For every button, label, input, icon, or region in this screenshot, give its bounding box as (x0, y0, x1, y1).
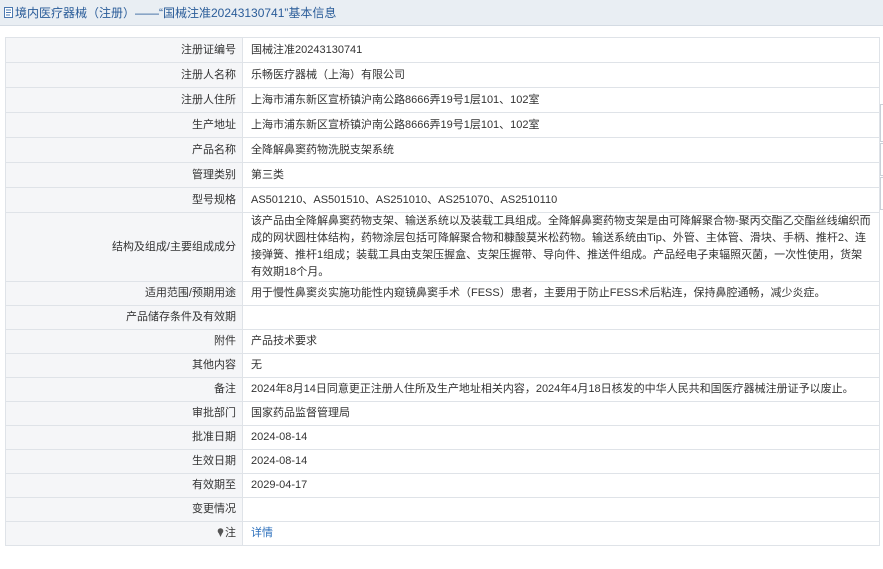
table-row: 产品储存条件及有效期 (5, 305, 880, 330)
row-value: 产品技术要求 (242, 329, 880, 354)
table-row: 型号规格 AS501210、AS501510、AS251010、AS251070… (5, 187, 880, 213)
row-label: 注册证编号 (5, 37, 243, 63)
row-label: 注册人名称 (5, 62, 243, 88)
row-value: 国械注准20243130741 (242, 37, 880, 63)
row-label: 产品储存条件及有效期 (5, 305, 243, 330)
table-row: 注册人名称 乐畅医疗器械（上海）有限公司 (5, 62, 880, 88)
note-label-cell: 注 (5, 521, 243, 546)
row-value: 乐畅医疗器械（上海）有限公司 (242, 62, 880, 88)
row-value: 用于慢性鼻窦炎实施功能性内窥镜鼻窦手术（FESS）患者，主要用于防止FESS术后… (242, 281, 880, 306)
table-row: 结构及组成/主要组成成分 该产品由全降解鼻窦药物支架、输送系统以及装载工具组成。… (5, 212, 880, 282)
row-value: 2029-04-17 (242, 473, 880, 498)
row-value: 无 (242, 353, 880, 378)
note-value-cell: 详情 (242, 521, 880, 546)
document-icon (4, 7, 13, 18)
table-row: 变更情况 (5, 497, 880, 522)
table-row: 注册证编号 国械注准20243130741 (5, 37, 880, 63)
row-label: 结构及组成/主要组成成分 (5, 212, 243, 282)
table-row: 生效日期 2024-08-14 (5, 449, 880, 474)
row-value: AS501210、AS501510、AS251010、AS251070、AS25… (242, 187, 880, 213)
row-label: 管理类别 (5, 162, 243, 188)
table-row: 生产地址 上海市浦东新区宣桥镇沪南公路8666弄19号1层101、102室 (5, 112, 880, 138)
row-value: 国家药品监督管理局 (242, 401, 880, 426)
row-label: 生产地址 (5, 112, 243, 138)
row-value: 2024-08-14 (242, 449, 880, 474)
table-row: 有效期至 2029-04-17 (5, 473, 880, 498)
table-row: 产品名称 全降解鼻窦药物洗脱支架系统 (5, 137, 880, 163)
row-label: 审批部门 (5, 401, 243, 426)
row-label: 生效日期 (5, 449, 243, 474)
table-row: 其他内容 无 (5, 353, 880, 378)
table-row: 附件 产品技术要求 (5, 329, 880, 354)
table-row: 备注 2024年8月14日同意更正注册人住所及生产地址相关内容，2024年4月1… (5, 377, 880, 402)
table-row: 审批部门 国家药品监督管理局 (5, 401, 880, 426)
row-value: 全降解鼻窦药物洗脱支架系统 (242, 137, 880, 163)
row-label: 产品名称 (5, 137, 243, 163)
row-label: 有效期至 (5, 473, 243, 498)
row-value: 2024-08-14 (242, 425, 880, 450)
row-label: 其他内容 (5, 353, 243, 378)
row-label: 型号规格 (5, 187, 243, 213)
note-label: 注 (225, 527, 236, 539)
table-row: 适用范围/预期用途 用于慢性鼻窦炎实施功能性内窥镜鼻窦手术（FESS）患者，主要… (5, 281, 880, 306)
row-value: 2024年8月14日同意更正注册人住所及生产地址相关内容，2024年4月18日核… (242, 377, 880, 402)
row-label: 批准日期 (5, 425, 243, 450)
row-value (242, 497, 880, 522)
row-value: 上海市浦东新区宣桥镇沪南公路8666弄19号1层101、102室 (242, 112, 880, 138)
row-label: 附件 (5, 329, 243, 354)
pin-icon (217, 528, 224, 537)
device-info-table: 注册证编号 国械注准20243130741 注册人名称 乐畅医疗器械（上海）有限… (5, 37, 880, 546)
row-label: 适用范围/预期用途 (5, 281, 243, 306)
note-row: 注 详情 (5, 521, 880, 546)
page-header: 境内医疗器械（注册）——“国械注准20243130741”基本信息 (0, 0, 883, 26)
table-row: 管理类别 第三类 (5, 162, 880, 188)
row-label: 备注 (5, 377, 243, 402)
detail-link[interactable]: 详情 (251, 527, 273, 539)
row-value: 上海市浦东新区宣桥镇沪南公路8666弄19号1层101、102室 (242, 87, 880, 113)
row-value: 该产品由全降解鼻窦药物支架、输送系统以及装载工具组成。全降解鼻窦药物支架是由可降… (242, 212, 880, 282)
row-label: 注册人住所 (5, 87, 243, 113)
row-value (242, 305, 880, 330)
table-row: 批准日期 2024-08-14 (5, 425, 880, 450)
table-row: 注册人住所 上海市浦东新区宣桥镇沪南公路8666弄19号1层101、102室 (5, 87, 880, 113)
row-value: 第三类 (242, 162, 880, 188)
page-title: 境内医疗器械（注册）——“国械注准20243130741”基本信息 (15, 6, 337, 20)
row-label: 变更情况 (5, 497, 243, 522)
